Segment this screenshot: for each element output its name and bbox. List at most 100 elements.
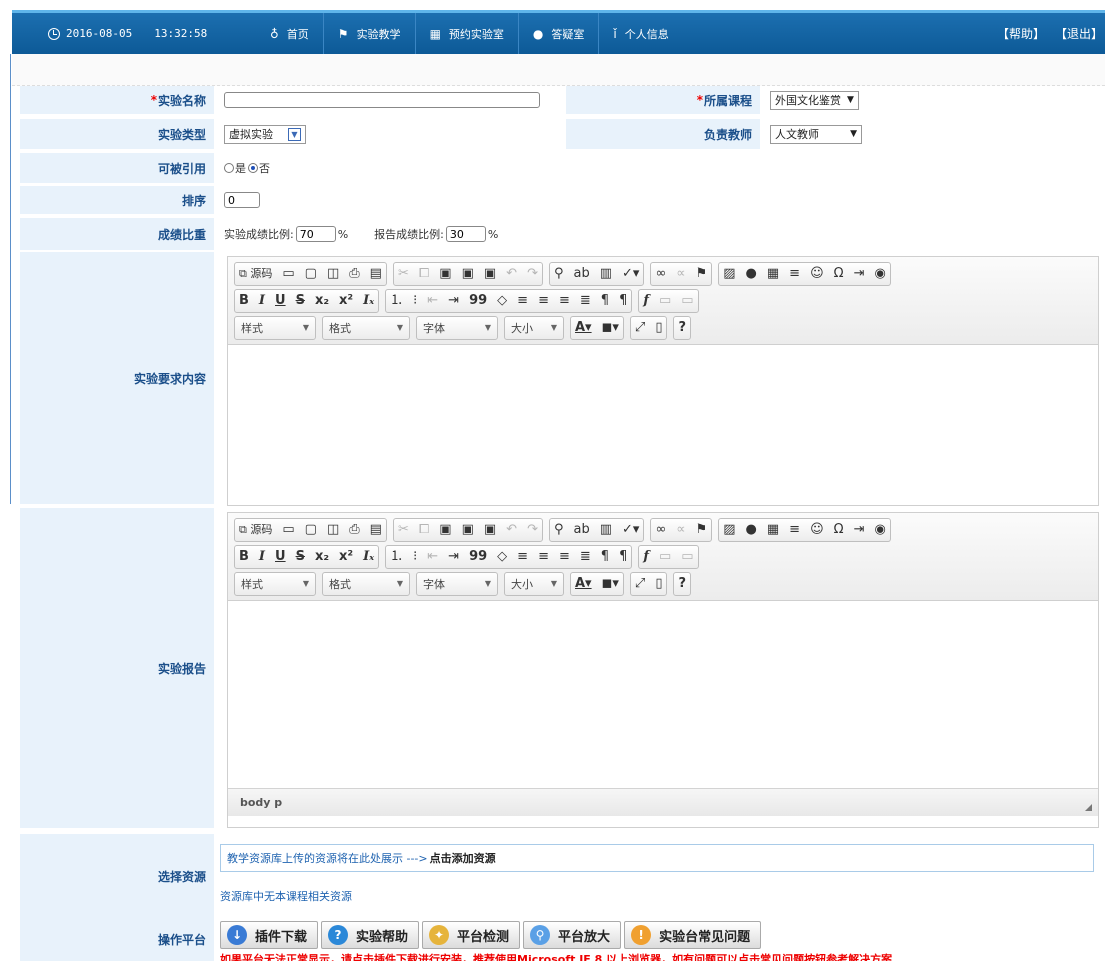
numbered-list-icon[interactable]: ⒈ <box>390 550 403 563</box>
table-icon[interactable]: ▦ <box>767 267 779 280</box>
align-center-icon[interactable]: ≡ <box>538 550 549 563</box>
report-score-input[interactable] <box>445 226 486 242</box>
iframe-icon[interactable]: ◉ <box>874 523 885 536</box>
select-all-icon[interactable]: ▥ <box>600 267 612 280</box>
superscript-icon[interactable]: x² <box>339 294 353 307</box>
copy-icon[interactable]: ⧠ <box>419 523 429 536</box>
format-combo[interactable]: 格式 ▼ <box>322 571 410 596</box>
image-icon[interactable]: ▨ <box>723 523 735 536</box>
templates-icon[interactable]: ▤ <box>370 523 382 536</box>
bg-color-icon[interactable]: ◼▾ <box>602 577 619 590</box>
platform-check-button[interactable]: ✦ 平台检测 <box>422 921 521 949</box>
copy-icon[interactable]: ⧠ <box>419 267 429 280</box>
platform-zoom-button[interactable]: ⚲ 平台放大 <box>523 921 622 949</box>
link-icon[interactable]: ∞ <box>655 267 666 280</box>
style-combo[interactable]: 样式 ▼ <box>234 315 316 340</box>
logout-link[interactable]: 【退出】 <box>1055 25 1103 42</box>
rtl-icon[interactable]: ¶ <box>619 550 627 563</box>
strikethrough-icon[interactable]: S <box>296 550 305 563</box>
format-combo[interactable]: 格式 ▼ <box>322 315 410 340</box>
smiley-icon[interactable]: ☺ <box>810 523 824 536</box>
link-icon[interactable]: ∞ <box>655 523 666 536</box>
horizontal-rule-icon[interactable]: ≡ <box>789 523 800 536</box>
print-icon[interactable]: ⎙ <box>349 267 359 280</box>
size-combo[interactable]: 大小 ▼ <box>504 315 564 340</box>
maximize-icon[interactable]: ⤢ <box>635 321 645 334</box>
paste-word-icon[interactable]: ▣ <box>484 523 496 536</box>
spellcheck-icon[interactable]: ✓▾ <box>622 523 639 536</box>
report-editor-area[interactable] <box>228 601 1098 788</box>
align-left-icon[interactable]: ≡ <box>517 294 528 307</box>
report-editor[interactable]: ⧉ 源码 ▭ ▢ ◫ ⎙ ▤ ✂ ⧠ ▣ ▣ ▣ ↶ ↷ ⚲ ab ▥ ✓▾ ∞… <box>227 512 1099 828</box>
align-right-icon[interactable]: ≡ <box>559 550 570 563</box>
text-color-icon[interactable]: A▾ <box>575 321 592 334</box>
unlink-icon[interactable]: ∝ <box>676 523 685 536</box>
indent-icon[interactable]: ⇥ <box>448 294 459 307</box>
requirement-editor-area[interactable] <box>228 345 1098 493</box>
image-icon[interactable]: ▨ <box>723 267 735 280</box>
superscript-icon[interactable]: x² <box>339 550 353 563</box>
redo-icon[interactable]: ↷ <box>527 267 538 280</box>
paste-text-icon[interactable]: ▣ <box>462 523 474 536</box>
add-resource-link[interactable]: 点击添加资源 <box>430 850 496 866</box>
div-icon[interactable]: ◇ <box>497 294 507 307</box>
flash-icon[interactable]: ● <box>746 523 757 536</box>
preview-icon[interactable]: ◫ <box>327 523 339 536</box>
style-combo[interactable]: 样式 ▼ <box>234 571 316 596</box>
bold-icon[interactable]: B <box>239 294 249 307</box>
formula-icon[interactable]: f <box>643 550 649 563</box>
requirement-editor[interactable]: ⧉ 源码 ▭ ▢ ◫ ⎙ ▤ ✂ ⧠ ▣ ▣ ▣ ↶ ↷ ⚲ ab ▥ ✓▾ ∞… <box>227 256 1099 506</box>
replace-icon[interactable]: ab <box>574 523 590 536</box>
font-combo[interactable]: 字体 ▼ <box>416 571 498 596</box>
subscript-icon[interactable]: x₂ <box>315 550 329 563</box>
faq-button[interactable]: ! 实验台常见问题 <box>624 921 762 949</box>
help-link[interactable]: 【帮助】 <box>997 25 1045 42</box>
nav-qa[interactable]: ● 答疑室 <box>517 13 598 54</box>
anchor-icon[interactable]: ⚑ <box>696 523 708 536</box>
cut-icon[interactable]: ✂ <box>398 523 409 536</box>
div-icon[interactable]: ◇ <box>497 550 507 563</box>
image-picker-icon[interactable]: ▭ <box>681 294 693 307</box>
source-button[interactable]: ⧉ 源码 <box>239 524 272 535</box>
text-color-picker-icon[interactable]: ▭ <box>659 550 671 563</box>
text-color-picker-icon[interactable]: ▭ <box>659 294 671 307</box>
resize-grip-icon[interactable] <box>1085 804 1092 811</box>
new-page-icon[interactable]: ▢ <box>305 267 317 280</box>
bulleted-list-icon[interactable]: ⁝ <box>413 294 417 307</box>
order-input[interactable] <box>224 192 260 208</box>
cut-icon[interactable]: ✂ <box>398 267 409 280</box>
plugin-download-button[interactable]: ↓ 插件下载 <box>220 921 319 949</box>
maximize-icon[interactable]: ⤢ <box>635 577 645 590</box>
indent-icon[interactable]: ⇥ <box>448 550 459 563</box>
templates-icon[interactable]: ▤ <box>370 267 382 280</box>
save-icon[interactable]: ▭ <box>282 523 294 536</box>
numbered-list-icon[interactable]: ⒈ <box>390 294 403 307</box>
page-break-icon[interactable]: ⇥ <box>854 523 865 536</box>
ltr-icon[interactable]: ¶ <box>601 550 609 563</box>
paste-icon[interactable]: ▣ <box>439 523 451 536</box>
blockquote-icon[interactable]: 99 <box>469 294 487 307</box>
bg-color-icon[interactable]: ◼▾ <box>602 321 619 334</box>
underline-icon[interactable]: U <box>275 294 286 307</box>
text-color-icon[interactable]: A▾ <box>575 577 592 590</box>
cite-no-radio[interactable] <box>248 163 258 173</box>
flash-icon[interactable]: ● <box>746 267 757 280</box>
print-icon[interactable]: ⎙ <box>349 523 359 536</box>
bold-icon[interactable]: B <box>239 550 249 563</box>
paste-text-icon[interactable]: ▣ <box>462 267 474 280</box>
image-picker-icon[interactable]: ▭ <box>681 550 693 563</box>
formula-icon[interactable]: f <box>643 294 649 307</box>
special-char-icon[interactable]: Ω <box>834 267 844 280</box>
preview-icon[interactable]: ◫ <box>327 267 339 280</box>
justify-icon[interactable]: ≣ <box>580 550 591 563</box>
paste-icon[interactable]: ▣ <box>439 267 451 280</box>
about-icon[interactable]: ? <box>678 577 686 590</box>
bulleted-list-icon[interactable]: ⁝ <box>413 550 417 563</box>
remove-format-icon[interactable]: Iₓ <box>363 550 374 563</box>
nav-home[interactable]: ♁ 首页 <box>256 13 323 54</box>
nav-profile[interactable]: ǐ 个人信息 <box>598 13 682 54</box>
cite-yes-radio[interactable] <box>224 163 234 173</box>
align-right-icon[interactable]: ≡ <box>559 294 570 307</box>
italic-icon[interactable]: I <box>259 550 265 563</box>
new-page-icon[interactable]: ▢ <box>305 523 317 536</box>
